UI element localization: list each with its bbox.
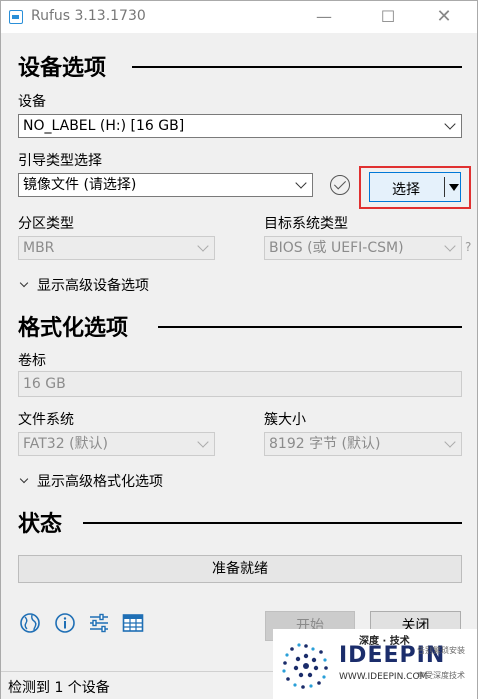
status-text: 准备就绪: [212, 561, 268, 577]
boot-type-value: 镜像文件 (请选择): [23, 177, 137, 193]
target-system-value: BIOS (或 UEFI-CSM): [269, 240, 404, 256]
device-label: 设备: [18, 94, 46, 110]
file-system-select[interactable]: FAT32 (默认): [18, 432, 215, 456]
help-icon[interactable]: ?: [465, 240, 471, 254]
partition-scheme-label: 分区类型: [18, 216, 74, 232]
show-advanced-format-toggle[interactable]: 显示高级格式化选项: [19, 471, 163, 491]
device-section-title: 设备选项: [18, 56, 107, 81]
maximize-button[interactable]: ☐: [365, 1, 411, 33]
dropdown-arrow-icon[interactable]: [449, 184, 459, 191]
volume-label-label: 卷标: [18, 353, 46, 369]
partition-scheme-select[interactable]: MBR: [18, 236, 215, 260]
watermark-slogan-2: 享受深度技术: [417, 671, 465, 680]
globe-icon[interactable]: [19, 612, 41, 634]
boot-type-label: 引导类型选择: [18, 153, 102, 169]
select-image-button[interactable]: 选择: [369, 172, 461, 202]
device-count-text: 检测到 1 个设备: [8, 680, 110, 696]
show-advanced-device-toggle[interactable]: 显示高级设备选项: [19, 275, 149, 295]
chevron-down-icon: [19, 278, 29, 288]
ideepin-logo-icon: [282, 643, 328, 689]
chevron-down-icon: [444, 240, 456, 252]
usb-drive-icon: [9, 10, 23, 24]
section-divider: [158, 326, 462, 328]
advanced-format-label: 显示高级格式化选项: [37, 474, 163, 490]
minimize-button[interactable]: —: [301, 1, 347, 33]
chevron-down-icon: [444, 118, 456, 130]
checksum-check-icon[interactable]: [330, 175, 350, 195]
status-section-title: 状态: [18, 512, 63, 537]
cluster-size-label: 簇大小: [264, 412, 306, 428]
section-divider: [132, 66, 462, 68]
chevron-down-icon: [197, 240, 209, 252]
title-bar: Rufus 3.13.1730 — ☐ ✕: [1, 1, 477, 33]
split-separator: [444, 177, 445, 197]
cluster-size-value: 8192 字节 (默认): [269, 436, 381, 452]
log-table-icon[interactable]: [122, 612, 144, 634]
file-system-value: FAT32 (默认): [23, 436, 108, 452]
chevron-down-icon: [295, 177, 307, 189]
chevron-down-icon: [444, 436, 456, 448]
window-title: Rufus 3.13.1730: [31, 8, 146, 24]
cluster-size-select[interactable]: 8192 字节 (默认): [264, 432, 462, 456]
volume-label-input[interactable]: 16 GB: [18, 371, 462, 397]
target-system-label: 目标系统类型: [264, 216, 348, 232]
chevron-down-icon: [19, 474, 29, 484]
advanced-device-label: 显示高级设备选项: [37, 278, 149, 294]
chevron-down-icon: [197, 436, 209, 448]
boot-type-select[interactable]: 镜像文件 (请选择): [18, 173, 313, 197]
target-system-select[interactable]: BIOS (或 UEFI-CSM): [264, 236, 462, 260]
partition-scheme-value: MBR: [23, 240, 55, 256]
watermark-overlay: 深度 · 技术 IDEEPIN WWW.IDEEPIN.COM 告别繁琐安装 享…: [273, 629, 477, 699]
info-icon[interactable]: [54, 612, 76, 634]
device-select-value: NO_LABEL (H:) [16 GB]: [23, 118, 185, 134]
settings-sliders-icon[interactable]: [88, 612, 110, 634]
watermark-slogan-1: 告别繁琐安装: [417, 646, 465, 655]
volume-label-value: 16 GB: [23, 376, 66, 392]
select-button-label: 选择: [392, 182, 420, 198]
device-select[interactable]: NO_LABEL (H:) [16 GB]: [18, 114, 462, 138]
file-system-label: 文件系统: [18, 412, 74, 428]
section-divider: [83, 522, 462, 524]
close-window-button[interactable]: ✕: [421, 1, 467, 33]
watermark-url: WWW.IDEEPIN.COM: [339, 672, 428, 682]
status-progress-bar: 准备就绪: [18, 555, 462, 583]
format-section-title: 格式化选项: [18, 316, 129, 341]
